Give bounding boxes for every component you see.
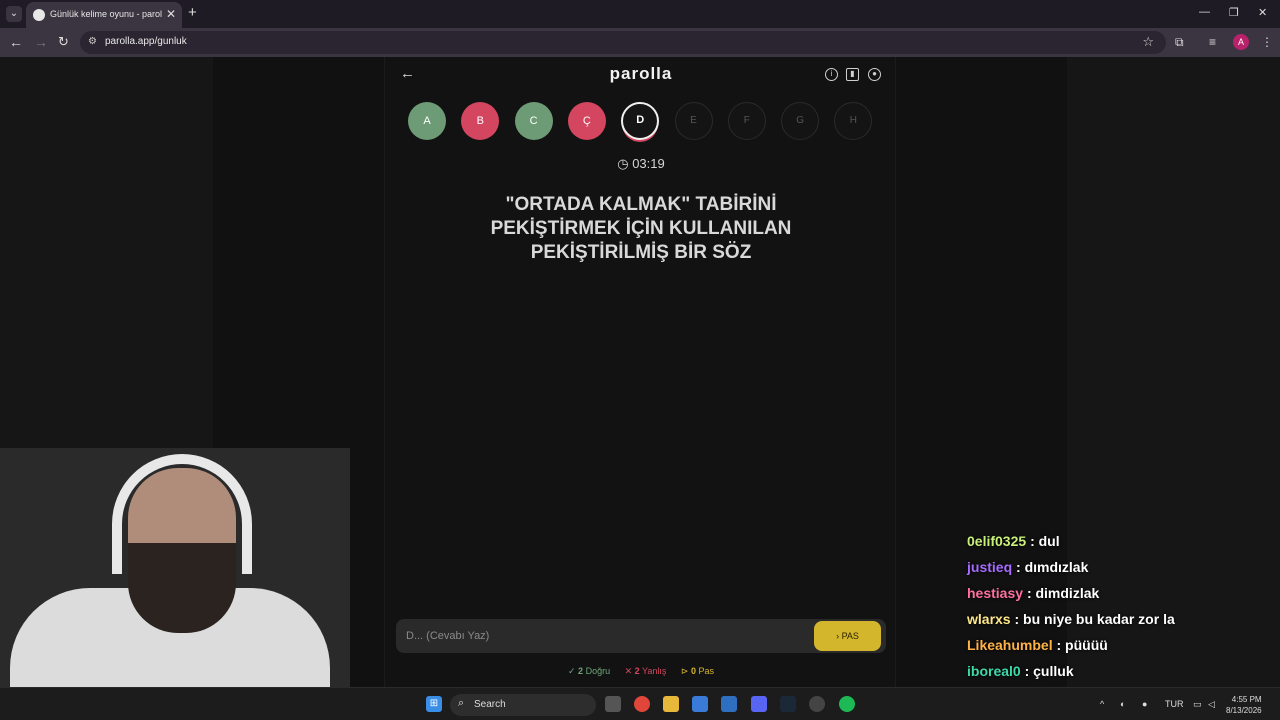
webcam-overlay (0, 448, 350, 720)
clock-icon: ◷ (617, 156, 633, 171)
info-icon[interactable]: i (825, 68, 838, 81)
letter-circle: C (514, 102, 553, 140)
browser-tab[interactable]: Günlük kelime oyunu - parolla ✕ (26, 2, 182, 28)
windows-taskbar: ⊞ ⌕ Search ^ ◐ ● TUR ▭ ◁ 4:55 PM 8/13/20… (0, 687, 1280, 720)
chat-username: hestiasy (967, 585, 1024, 601)
chat-text: : dımdızlak (1016, 559, 1089, 575)
url-text[interactable]: parolla.app/gunluk (105, 36, 187, 47)
chat-message: 0elif0325 : dul (967, 533, 1267, 559)
spotify-icon[interactable] (839, 696, 855, 712)
chat-username: iboreal0 (967, 663, 1021, 679)
taskbar-clock[interactable]: 4:55 PM 8/13/2026 (1226, 694, 1262, 716)
timer: ◷ 03:19 (385, 156, 897, 172)
restore-icon[interactable]: ❐ (1229, 6, 1239, 19)
site-info-icon[interactable]: ⚙ (88, 36, 100, 48)
chrome-icon[interactable] (634, 696, 650, 712)
tray-chevron-icon[interactable]: ^ (1100, 699, 1104, 709)
correct-label: Doğru (585, 666, 611, 676)
letter-circle: Ç (567, 102, 606, 140)
bookmark-star-icon[interactable]: ☆ (1142, 34, 1154, 50)
timer-value: 03:19 (632, 156, 665, 171)
pass-label: Pas (698, 666, 714, 676)
menu-dots-icon[interactable]: ⋮ (1261, 35, 1273, 49)
stream-chat: 0elif0325 : dul justieq : dımdızlak hestia… (967, 533, 1267, 689)
microphone-icon[interactable]: ● (1142, 699, 1147, 709)
pass-button-label: PAS (841, 631, 859, 641)
pass-stat: ⊳ 0 Pas (680, 666, 714, 676)
app-icon[interactable] (809, 696, 825, 712)
media-control-icon[interactable]: ≡ (1209, 35, 1216, 49)
new-tab-button[interactable]: + (188, 4, 197, 21)
letter-circle: E (674, 102, 713, 140)
bar-chart-icon[interactable]: ▮ (846, 68, 859, 81)
tray-app-icon[interactable]: ◐ (1120, 699, 1125, 709)
chat-username: 0elif0325 (967, 533, 1027, 549)
chat-text: : bu niye bu kadar zor la (1014, 611, 1175, 627)
wrong-label: Yanlış (642, 666, 667, 676)
close-window-icon[interactable]: ✕ (1258, 6, 1267, 19)
browser-tab-bar: ⌄ Günlük kelime oyunu - parolla ✕ + — ❐ … (0, 0, 1280, 28)
clock-date: 8/13/2026 (1226, 706, 1262, 715)
letter-circle: G (781, 102, 820, 140)
app-logo: parolla (609, 64, 673, 83)
chat-username: Likeahumbel (967, 637, 1053, 653)
chat-message: wlarxs : bu niye bu kadar zor la (967, 611, 1267, 637)
game-container: ← parolla i ▮ ● ABCÇDEFGH ◷ 03:19 "ORTAD… (384, 57, 896, 687)
back-nav-icon[interactable]: ← (9, 34, 23, 50)
chevron-right-icon: › (836, 631, 840, 641)
browser-toolbar: ← → ↻ ⚙ parolla.app/gunluk ☆ ⧉ ≡ A ⋮ (0, 28, 1280, 57)
chat-message: justieq : dımdızlak (967, 559, 1267, 585)
tab-search-icon[interactable]: ⌄ (6, 6, 22, 22)
store-icon[interactable] (692, 696, 708, 712)
taskbar-search-label: Search (474, 699, 506, 710)
task-view-icon[interactable] (605, 696, 621, 712)
tab-title: Günlük kelime oyunu - parolla (50, 9, 162, 19)
tab-close-icon[interactable]: ✕ (166, 7, 176, 21)
pass-button[interactable]: › PAS (814, 621, 881, 651)
headset-icon (112, 454, 252, 574)
steam-icon[interactable] (780, 696, 796, 712)
language-indicator[interactable]: TUR (1165, 699, 1184, 709)
forward-nav-icon[interactable]: → (34, 34, 48, 50)
chat-message: Likeahumbel : püüüü (967, 637, 1267, 663)
letter-circle: F (727, 102, 766, 140)
user-circle-icon[interactable]: ● (868, 68, 881, 81)
correct-count: 2 (578, 666, 584, 676)
wrong-count: 2 (634, 666, 640, 676)
letter-circle: H (834, 102, 873, 140)
pass-count: 0 (690, 666, 696, 676)
extensions-icon[interactable]: ⧉ (1175, 35, 1184, 50)
wrong-stat: ✕ 2 Yanlış (624, 666, 667, 676)
chat-text: : dul (1030, 533, 1060, 549)
correct-stat: ✓ 2 Doğru (568, 666, 611, 676)
clock-time: 4:55 PM (1231, 695, 1262, 704)
search-icon: ⌕ (458, 697, 465, 709)
letter-circle: A (408, 102, 446, 140)
chat-username: wlarxs (967, 611, 1011, 627)
letter-circle: B (461, 102, 500, 140)
profile-avatar[interactable]: A (1233, 34, 1249, 50)
discord-icon[interactable] (751, 696, 767, 712)
chat-text: : püüüü (1056, 637, 1108, 653)
minimize-icon[interactable]: — (1199, 6, 1210, 18)
mail-icon[interactable] (721, 696, 737, 712)
windows-start-icon[interactable]: ⊞ (426, 696, 442, 712)
favicon-icon (33, 9, 45, 21)
answer-form: › PAS (396, 619, 886, 653)
letter-circle: D (621, 102, 660, 140)
address-bar[interactable]: ⚙ parolla.app/gunluk ☆ (80, 31, 1166, 54)
chat-message: hestiasy : dimdizlak (967, 585, 1267, 611)
taskbar-search[interactable]: ⌕ Search (450, 694, 596, 716)
score-stats: ✓ 2 Doğru ✕ 2 Yanlış ⊳ 0 Pas (385, 666, 897, 677)
network-icon[interactable]: ▭ (1193, 699, 1202, 710)
file-explorer-icon[interactable] (663, 696, 679, 712)
reload-icon[interactable]: ↻ (58, 34, 69, 50)
volume-icon[interactable]: ◁ (1208, 699, 1215, 710)
chat-text: : çulluk (1024, 663, 1074, 679)
answer-input[interactable] (396, 619, 806, 653)
chat-username: justieq (967, 559, 1013, 575)
chat-message: iboreal0 : çulluk (967, 663, 1267, 689)
chat-text: : dimdizlak (1026, 585, 1100, 601)
question-text: "ORTADA KALMAK" TABİRİNİ PEKİŞTİRMEK İÇİ… (490, 194, 792, 263)
